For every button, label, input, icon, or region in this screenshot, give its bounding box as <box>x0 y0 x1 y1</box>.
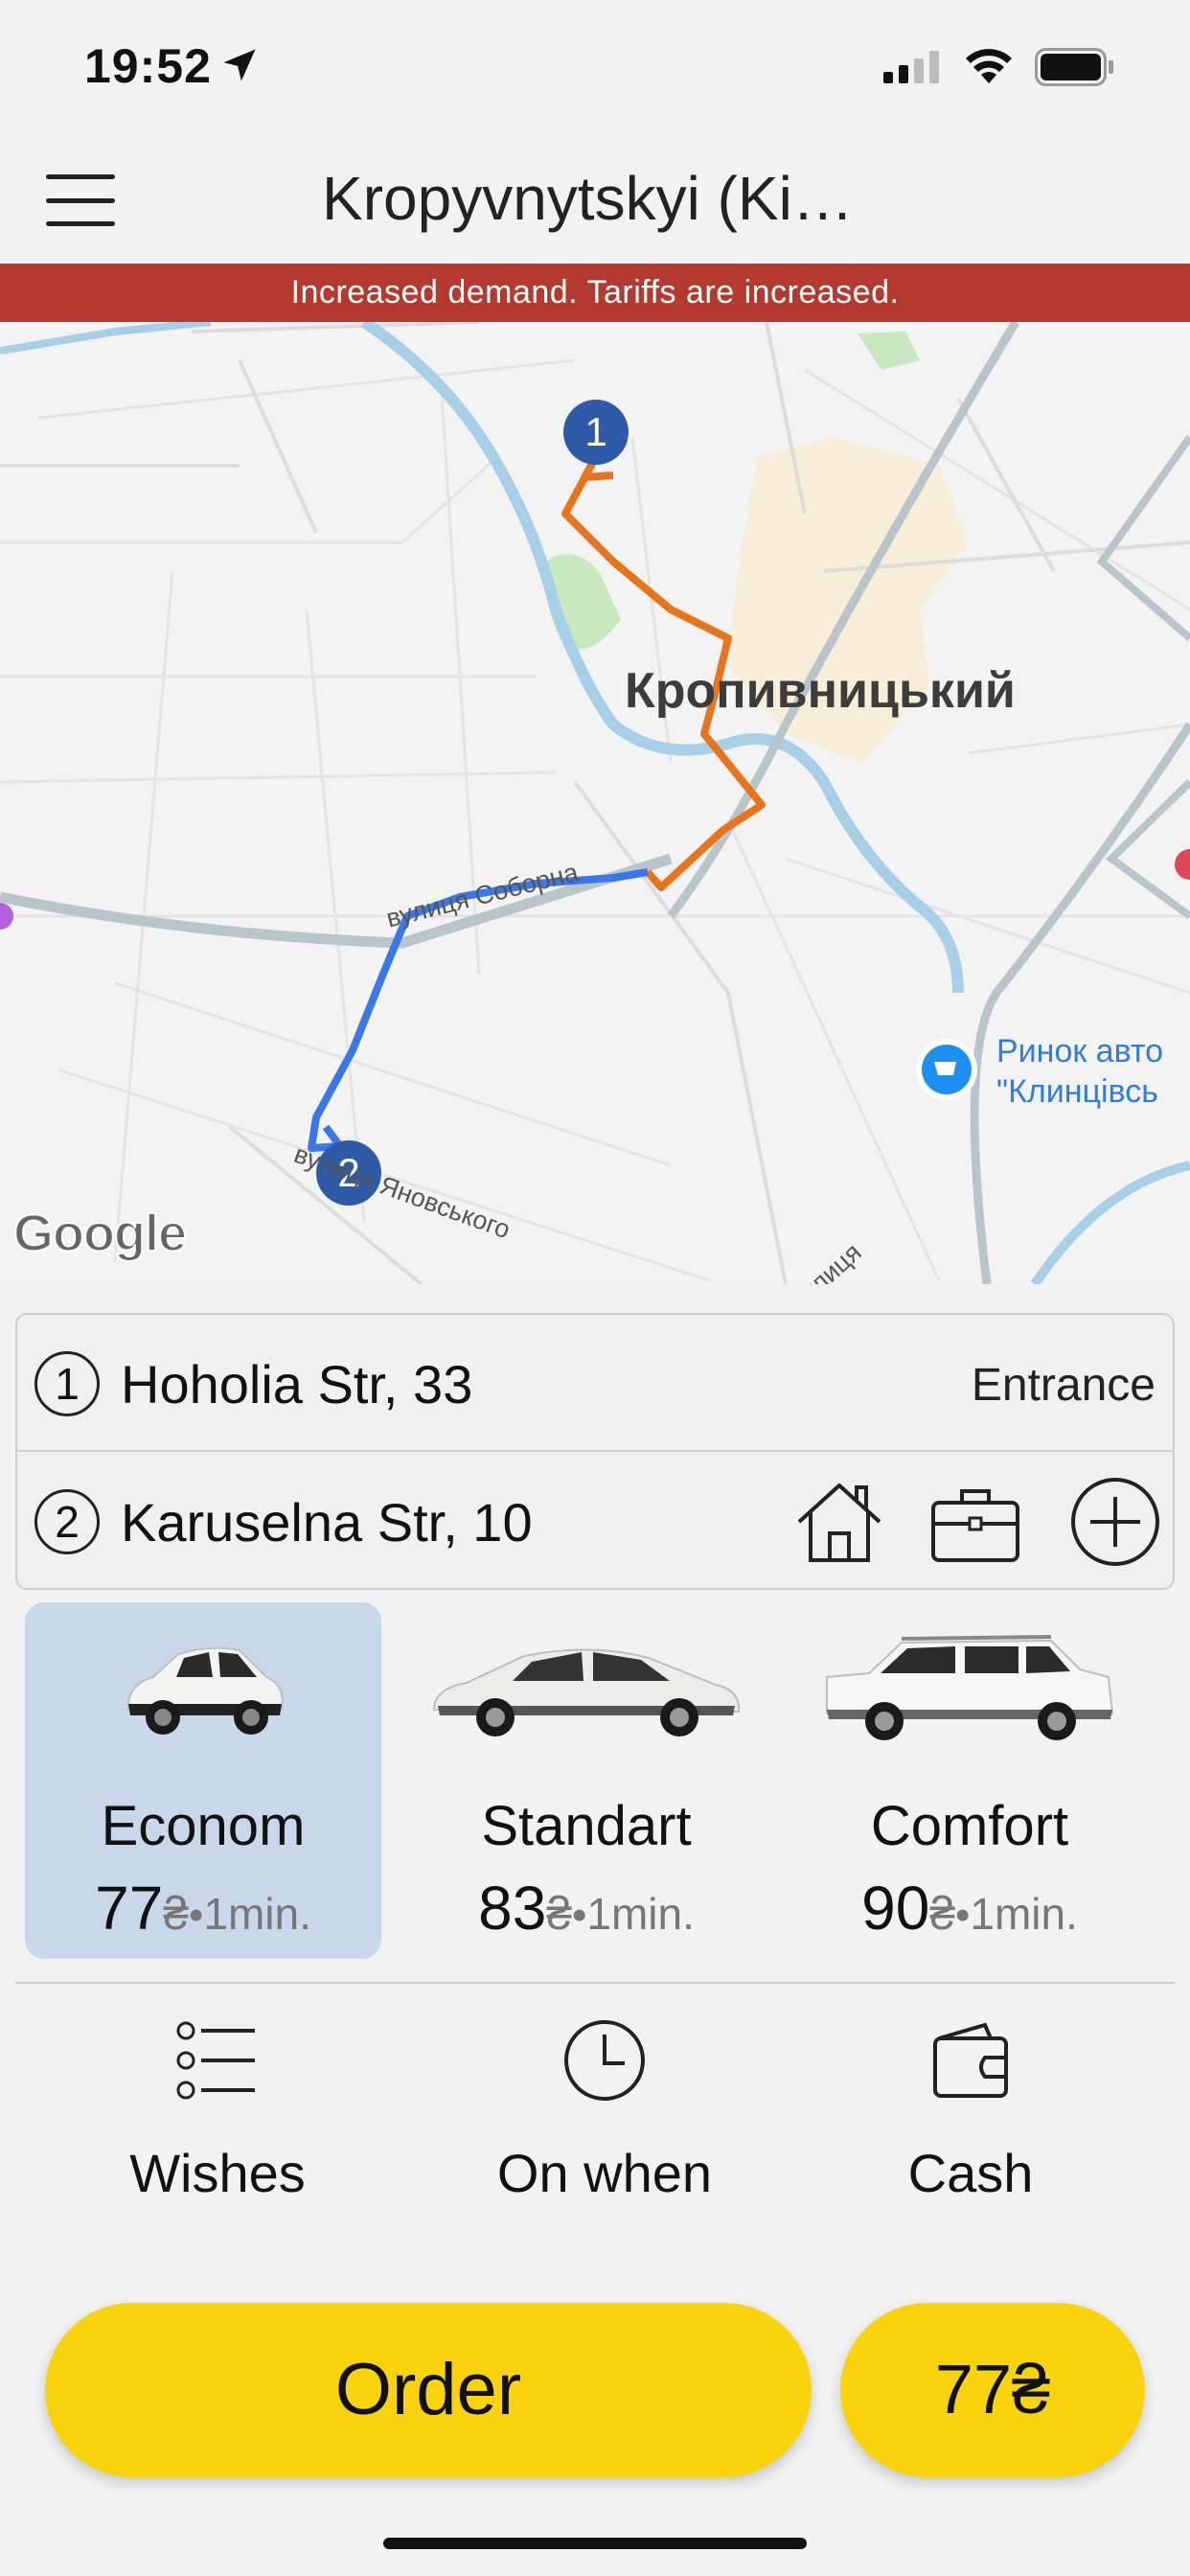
status-bar: 19:52 <box>0 0 1190 134</box>
entrance-button[interactable]: Entrance <box>972 1359 1156 1412</box>
home-indicator[interactable] <box>383 2538 807 2549</box>
tariff-price: 83₴•1min. <box>478 1874 695 1943</box>
destination-address[interactable]: Karuselna Str, 10 <box>121 1491 533 1553</box>
order-button[interactable]: Order <box>45 2303 812 2477</box>
status-indicators <box>883 48 1115 86</box>
home-icon[interactable] <box>791 1474 887 1570</box>
map-city-label: Кропивницький <box>625 663 1016 719</box>
pickup-address[interactable]: Hoholia Str, 33 <box>121 1353 472 1415</box>
clock-icon <box>564 2020 645 2101</box>
briefcase-icon[interactable] <box>927 1474 1023 1570</box>
option-label: On when <box>496 2143 713 2203</box>
tariff-price: 77₴•1min. <box>95 1874 311 1943</box>
map-canvas <box>0 322 1190 1284</box>
wifi-icon <box>966 49 1012 83</box>
hamburger-menu-icon[interactable] <box>46 174 115 226</box>
car-econom-icon <box>126 1646 284 1735</box>
tariff-selector: Econom 77₴•1min. Standart 83₴•1min. Comf… <box>0 1602 1190 1963</box>
map-view[interactable]: 1 2 Кропивницький вулиця Соборна вулиця … <box>0 322 1190 1284</box>
wallet-icon <box>933 2022 1008 2098</box>
app-header: Kropyvnytskyi (Ki… <box>0 134 1190 264</box>
car-comfort-icon <box>826 1635 1114 1740</box>
tariff-econom[interactable]: Econom 77₴•1min. <box>25 1602 381 1959</box>
poi-label[interactable]: Ринок авто "Клинцівсь <box>996 1031 1163 1112</box>
tariff-name: Standart <box>481 1795 692 1857</box>
stop-number-badge: 2 <box>34 1489 100 1554</box>
status-time: 19:52 <box>84 39 212 93</box>
signal-icon <box>883 51 939 83</box>
option-label: Cash <box>907 2143 1034 2203</box>
tariff-name: Comfort <box>870 1795 1069 1857</box>
route-panel: 1 Hoholia Str, 33 Entrance 2 Karuselna S… <box>15 1313 1175 1590</box>
tariff-comfort[interactable]: Comfort 90₴•1min. <box>791 1602 1148 1959</box>
route-stop-2[interactable]: 2 Karuselna Str, 10 <box>17 1453 1173 1590</box>
option-on-when[interactable]: On when <box>461 2017 748 2209</box>
city-title[interactable]: Kropyvnytskyi (Ki… <box>322 163 854 234</box>
option-wishes[interactable]: Wishes <box>74 2017 361 2209</box>
tariff-standart[interactable]: Standart 83₴•1min. <box>408 1602 765 1959</box>
option-cash[interactable]: Cash <box>827 2017 1114 2209</box>
divider <box>15 1982 1175 1984</box>
car-standart-icon <box>432 1648 741 1736</box>
marker-1[interactable]: 1 <box>563 400 629 465</box>
stop-number-badge: 1 <box>34 1351 100 1416</box>
google-logo: Google <box>12 1204 188 1263</box>
location-arrow-icon <box>223 49 256 81</box>
add-stop-icon[interactable] <box>1067 1474 1163 1570</box>
poi-label-line2: "Клинцівсь <box>996 1073 1158 1110</box>
tariff-name: Econom <box>101 1795 306 1857</box>
poi-label-line1: Ринок авто <box>996 1033 1164 1070</box>
demand-banner: Increased demand. Tariffs are increased. <box>0 264 1190 322</box>
tariff-price: 90₴•1min. <box>861 1874 1078 1943</box>
battery-icon <box>1035 48 1113 86</box>
route-stop-1[interactable]: 1 Hoholia Str, 33 Entrance <box>17 1315 1173 1452</box>
option-label: Wishes <box>129 2143 306 2203</box>
price-button[interactable]: 77₴ <box>840 2303 1145 2477</box>
list-icon <box>176 2021 255 2100</box>
